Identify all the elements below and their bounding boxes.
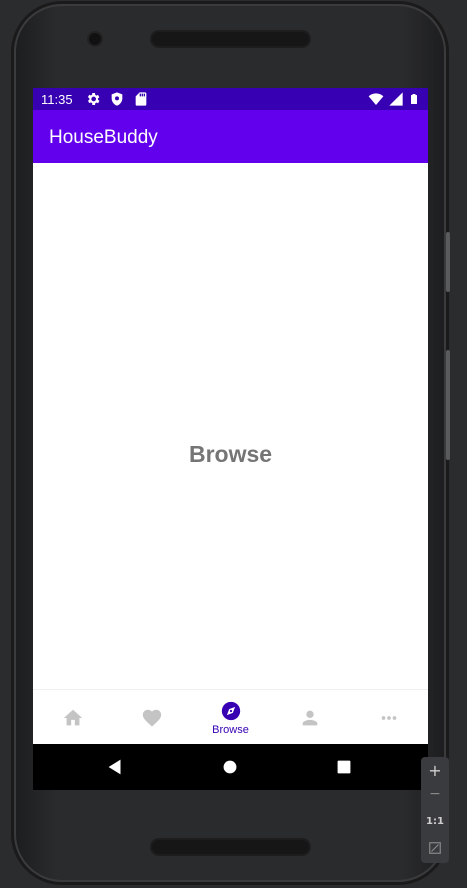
- system-navigation-bar: [33, 744, 428, 790]
- page-label: Browse: [188, 441, 273, 467]
- home-circle-icon[interactable]: [219, 756, 241, 778]
- nav-item-browse[interactable]: Browse: [191, 690, 270, 745]
- content-area: Browse: [33, 163, 428, 689]
- fit-screen-icon[interactable]: [428, 841, 442, 855]
- status-time: 11:35: [41, 92, 73, 107]
- wifi-icon: [368, 93, 384, 105]
- person-icon: [302, 710, 317, 725]
- bottom-speaker: [152, 840, 309, 854]
- nav-item-more[interactable]: [349, 690, 428, 745]
- settings-icon: [87, 93, 100, 105]
- zoom-out-button[interactable]: −: [421, 786, 449, 802]
- zoom-in-button[interactable]: +: [421, 761, 449, 780]
- home-icon: [63, 709, 82, 725]
- nav-item-favorites[interactable]: [112, 690, 191, 745]
- bottom-navigation: Browse: [33, 689, 428, 745]
- signal-icon: [389, 92, 403, 106]
- nav-item-profile[interactable]: [270, 690, 349, 745]
- heart-icon: [142, 709, 161, 727]
- actual-size-button[interactable]: 1:1: [421, 816, 449, 827]
- power-button[interactable]: [446, 350, 450, 460]
- nav-item-label: Browse: [212, 723, 249, 736]
- shield-icon: [111, 92, 123, 106]
- app-bar: HouseBuddy: [33, 110, 428, 163]
- status-left-icons: [85, 91, 149, 107]
- battery-icon: [411, 94, 417, 104]
- status-right-icons: [368, 91, 420, 107]
- app-title: HouseBuddy: [49, 127, 158, 148]
- front-camera: [89, 33, 101, 45]
- volume-button[interactable]: [446, 232, 450, 292]
- recents-icon[interactable]: [333, 756, 355, 778]
- device-screen: 11:35 HouseBuddy Browse Browse: [33, 88, 428, 790]
- compass-icon: [221, 701, 240, 720]
- emulator-toolbar: + − 1:1: [421, 757, 449, 863]
- back-icon[interactable]: [104, 756, 126, 778]
- nav-item-home[interactable]: [33, 690, 112, 745]
- more-icon: [381, 715, 396, 720]
- sd-card-icon: [135, 92, 147, 106]
- status-bar: 11:35: [33, 88, 428, 110]
- top-speaker: [152, 32, 309, 46]
